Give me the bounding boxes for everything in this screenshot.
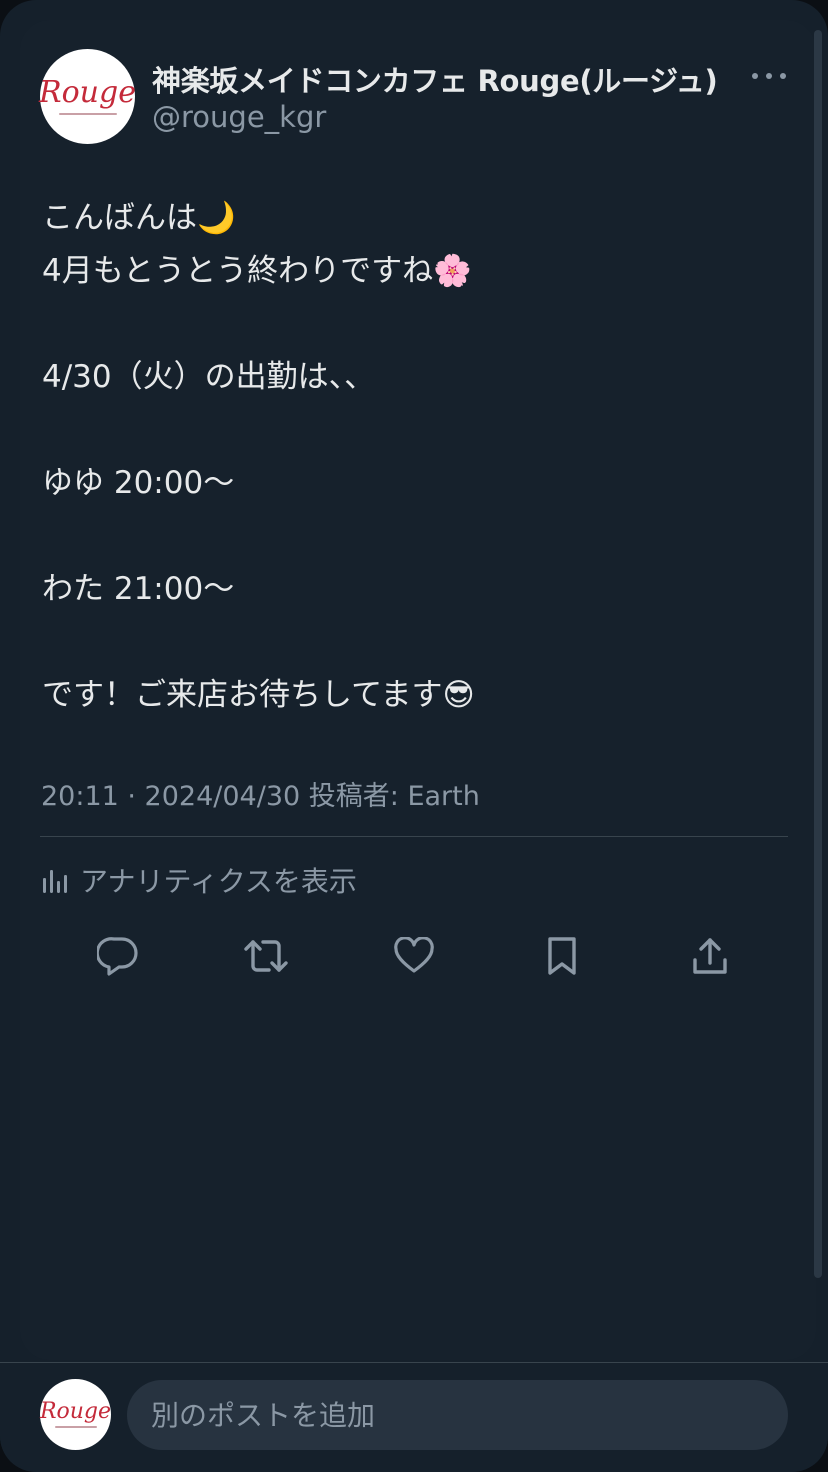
reply-icon: [97, 937, 138, 976]
bookmark-icon: [548, 937, 576, 975]
heart-icon: [394, 937, 434, 973]
view-analytics-link[interactable]: アナリティクスを表示: [42, 860, 357, 900]
action-bar: [0, 930, 828, 982]
composer-avatar[interactable]: Rouge: [40, 1379, 111, 1450]
like-button[interactable]: [388, 930, 440, 982]
bookmark-button[interactable]: [536, 930, 588, 982]
user-handle[interactable]: @rouge_kgr: [152, 100, 326, 134]
divider: [40, 836, 788, 837]
share-icon: [693, 938, 727, 974]
avatar-logo-text: Rouge: [39, 75, 136, 110]
retweet-icon: [244, 940, 288, 972]
composer-avatar-logo-text: Rouge: [39, 1399, 112, 1424]
display-name[interactable]: 神楽坂メイドコンカフェ Rouge(ルージュ): [152, 58, 718, 100]
tweet-detail-sheet: Rouge 神楽坂メイドコンカフェ Rouge(ルージュ) @rouge_kgr…: [0, 0, 828, 1472]
reply-composer-bar: Rouge: [0, 1362, 828, 1472]
add-post-input[interactable]: [127, 1380, 788, 1450]
share-button[interactable]: [684, 930, 736, 982]
avatar[interactable]: Rouge: [39, 49, 136, 144]
reply-button[interactable]: [92, 930, 144, 982]
bar-chart-icon: [43, 870, 67, 893]
tweet-text: こんばんは🌙 4月もとうとう終わりですね🌸 4/30（火）の出勤は、、 ゆゆ 2…: [42, 200, 475, 713]
retweet-button[interactable]: [240, 930, 292, 982]
avatar-logo-underline: [58, 113, 117, 115]
tweet-timestamp[interactable]: 20:11 · 2024/04/30 投稿者: Earth: [41, 774, 480, 813]
composer-avatar-logo-underline: [54, 1426, 97, 1428]
more-options-icon[interactable]: [752, 62, 786, 90]
analytics-label: アナリティクスを表示: [80, 865, 357, 898]
scrollbar[interactable]: [814, 30, 822, 1278]
